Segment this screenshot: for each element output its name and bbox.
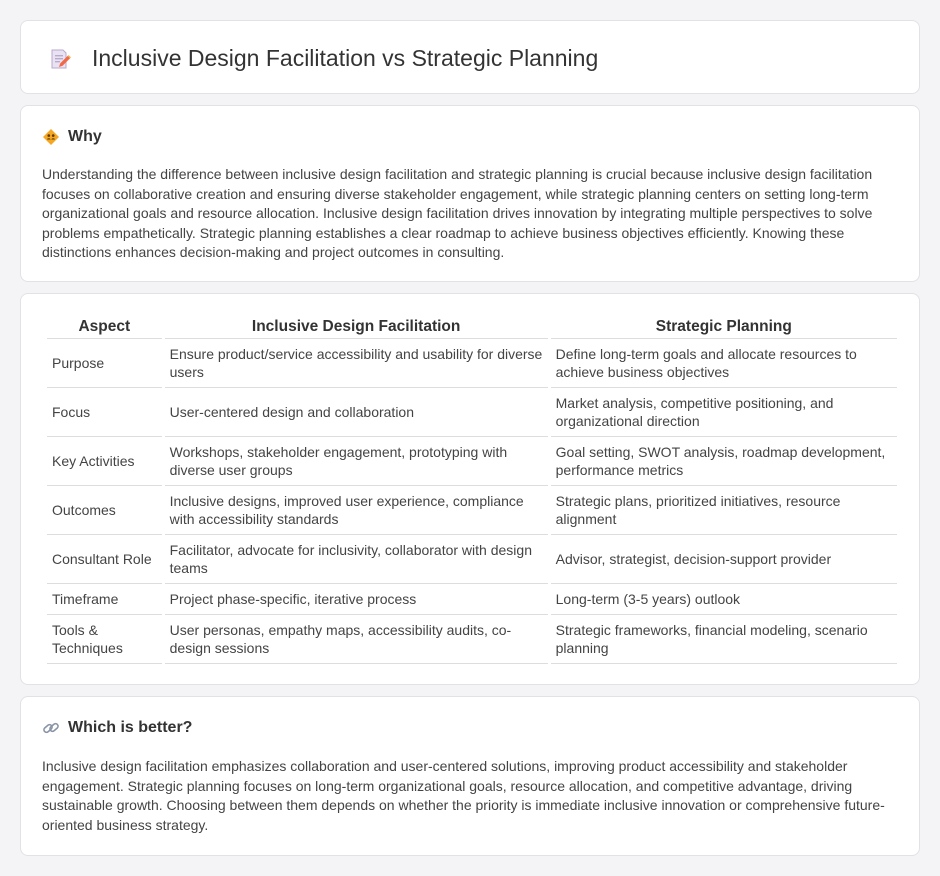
why-section: Why Understanding the difference between…: [20, 105, 920, 282]
comparison-section: Aspect Inclusive Design Facilitation Str…: [20, 293, 920, 685]
row-aspect: Key Activities: [47, 437, 162, 486]
row-inclusive-design: Ensure product/service accessibility and…: [164, 339, 548, 388]
table-row: Key Activities Workshops, stakeholder en…: [47, 437, 897, 486]
header-aspect: Aspect: [47, 316, 162, 339]
row-inclusive-design: User-centered design and collaboration: [164, 388, 548, 437]
row-strategic-planning: Market analysis, competitive positioning…: [550, 388, 897, 437]
row-inclusive-design: Project phase-specific, iterative proces…: [164, 584, 548, 615]
page-title: Inclusive Design Facilitation vs Strateg…: [92, 45, 599, 71]
row-strategic-planning: Strategic plans, prioritized initiatives…: [550, 486, 897, 535]
row-strategic-planning: Strategic frameworks, financial modeling…: [550, 615, 897, 664]
row-inclusive-design: Inclusive designs, improved user experie…: [164, 486, 548, 535]
table-row: Consultant Role Facilitator, advocate fo…: [47, 535, 897, 584]
row-aspect: Timeframe: [47, 584, 162, 615]
diamond-people-icon: [43, 129, 59, 145]
table-row: Purpose Ensure product/service accessibi…: [47, 339, 897, 388]
why-text: Understanding the difference between inc…: [42, 166, 873, 261]
better-heading-row: Which is better?: [42, 719, 192, 737]
row-strategic-planning: Long-term (3-5 years) outlook: [550, 584, 897, 615]
row-inclusive-design: Facilitator, advocate for inclusivity, c…: [164, 535, 548, 584]
row-strategic-planning: Goal setting, SWOT analysis, roadmap dev…: [550, 437, 897, 486]
why-heading-row: Why: [42, 128, 102, 146]
row-inclusive-design: Workshops, stakeholder engagement, proto…: [164, 437, 548, 486]
row-inclusive-design: User personas, empathy maps, accessibili…: [164, 615, 548, 664]
row-aspect: Purpose: [47, 339, 162, 388]
better-text: Inclusive design facilitation emphasizes…: [42, 758, 885, 833]
table-header-row: Aspect Inclusive Design Facilitation Str…: [47, 316, 897, 339]
comparison-table: Aspect Inclusive Design Facilitation Str…: [44, 316, 900, 664]
better-heading: Which is better?: [68, 719, 193, 736]
header-inclusive-design: Inclusive Design Facilitation: [164, 316, 548, 339]
row-aspect: Consultant Role: [47, 535, 162, 584]
header-strategic-planning: Strategic Planning: [550, 316, 897, 339]
why-heading: Why: [68, 128, 102, 145]
document-pencil-icon: [51, 49, 71, 69]
row-aspect: Focus: [47, 388, 162, 437]
row-strategic-planning: Advisor, strategist, decision-support pr…: [550, 535, 897, 584]
row-aspect: Tools & Techniques: [47, 615, 162, 664]
table-row: Outcomes Inclusive designs, improved use…: [47, 486, 897, 535]
table-row: Timeframe Project phase-specific, iterat…: [47, 584, 897, 615]
row-strategic-planning: Define long-term goals and allocate reso…: [550, 339, 897, 388]
link-icon: [43, 722, 59, 734]
table-row: Focus User-centered design and collabora…: [47, 388, 897, 437]
table-row: Tools & Techniques User personas, empath…: [47, 615, 897, 664]
header-card: Inclusive Design Facilitation vs Strateg…: [20, 20, 920, 94]
row-aspect: Outcomes: [47, 486, 162, 535]
which-is-better-section: Which is better? Inclusive design facili…: [20, 696, 920, 856]
